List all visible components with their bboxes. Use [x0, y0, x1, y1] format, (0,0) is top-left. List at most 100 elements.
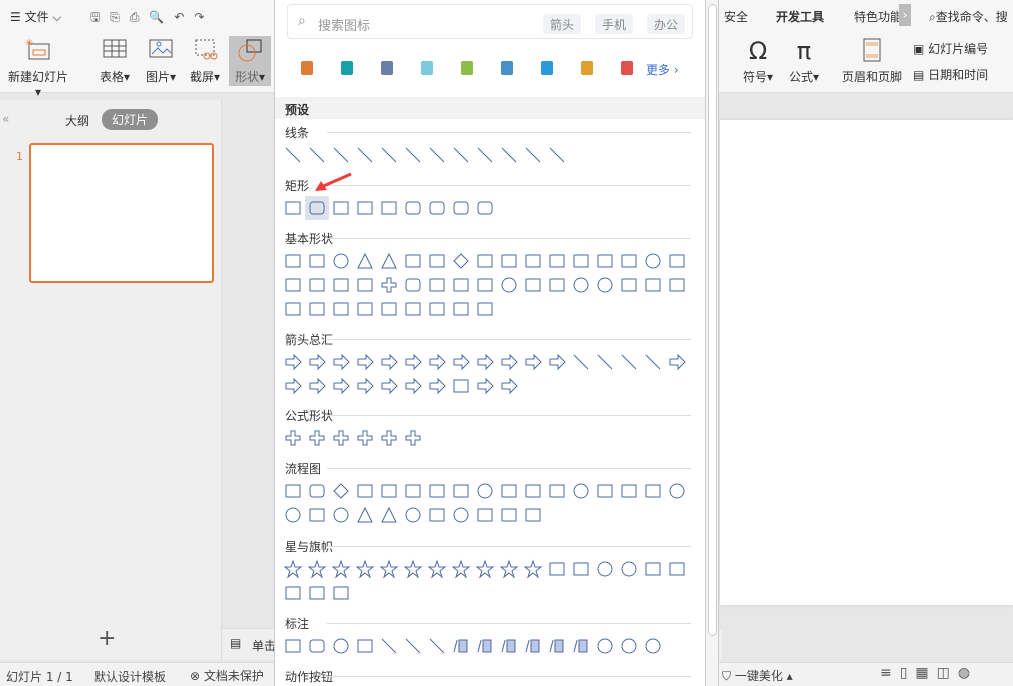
- shape-leftcallout-icon[interactable]: [377, 374, 401, 398]
- shape-line1-icon[interactable]: [377, 634, 401, 658]
- shape-double-arrow-line-icon[interactable]: [329, 143, 353, 167]
- shape-tape-icon[interactable]: [641, 479, 665, 503]
- shape-star5-icon[interactable]: [329, 557, 353, 581]
- shape-updown-icon[interactable]: [401, 350, 425, 374]
- shape-decagon-icon[interactable]: [569, 249, 593, 273]
- shape-rightcallout-icon[interactable]: [353, 374, 377, 398]
- tab-security[interactable]: 安全: [724, 8, 748, 25]
- network-icon[interactable]: [447, 58, 487, 80]
- shape-lrcallout-icon[interactable]: [449, 374, 473, 398]
- shape-accent1-icon[interactable]: [449, 634, 473, 658]
- picture-button[interactable]: 图片▾: [142, 38, 180, 85]
- quick-access-icons[interactable]: 🖫⎘⎙🔍↶↷: [90, 8, 214, 29]
- shape-decision-icon[interactable]: [329, 479, 353, 503]
- shape-star16-icon[interactable]: [473, 557, 497, 581]
- shape-multidoc-icon[interactable]: [449, 479, 473, 503]
- shape-bent-icon[interactable]: [473, 350, 497, 374]
- shape-predefined-icon[interactable]: [377, 479, 401, 503]
- shape-notched-icon[interactable]: [281, 374, 305, 398]
- shape-right-icon[interactable]: [281, 350, 305, 374]
- command-search[interactable]: ⌕查找命令、搜: [929, 8, 1008, 25]
- shape-lightning-icon[interactable]: [641, 273, 665, 297]
- add-slide-button[interactable]: +: [98, 626, 116, 651]
- shape-quadcallout-icon[interactable]: [473, 374, 497, 398]
- shape-arc-icon[interactable]: [545, 273, 569, 297]
- box-icon[interactable]: [607, 58, 647, 80]
- shape-preparation-icon[interactable]: [497, 479, 521, 503]
- shape-manualinput-icon[interactable]: [521, 479, 545, 503]
- shape-textbox-icon[interactable]: [281, 249, 305, 273]
- shape-seqaccess-icon[interactable]: [449, 503, 473, 527]
- lock-icon[interactable]: [407, 58, 447, 80]
- shape-doublewave-icon[interactable]: [329, 581, 353, 605]
- shape-s-curve-icon[interactable]: [497, 143, 521, 167]
- shape-curvedright-icon[interactable]: [569, 350, 593, 374]
- file-menu[interactable]: ☰ 文件 ⌵: [10, 8, 62, 25]
- shape-internal-icon[interactable]: [401, 479, 425, 503]
- slide-canvas[interactable]: [720, 120, 1013, 605]
- shape-pie-icon[interactable]: [617, 249, 641, 273]
- screenshot-button[interactable]: 截屏▾: [186, 38, 224, 85]
- shape-up-icon[interactable]: [329, 350, 353, 374]
- shape-trapezoid-icon[interactable]: [425, 249, 449, 273]
- shape-ribbon2-icon[interactable]: [569, 557, 593, 581]
- shape-nosign-icon[interactable]: [521, 273, 545, 297]
- shape-diagstripe-icon[interactable]: [353, 273, 377, 297]
- new-slide-button[interactable]: ✳ 新建幻灯片▾: [6, 38, 70, 99]
- shape-arc2-icon[interactable]: [329, 297, 353, 321]
- shape-quad-icon[interactable]: [425, 350, 449, 374]
- tab-features[interactable]: 特色功能: [854, 8, 902, 25]
- shape-plaque-icon[interactable]: [401, 273, 425, 297]
- shape-ribbon1-icon[interactable]: [545, 557, 569, 581]
- shape-diamond-icon[interactable]: [449, 249, 473, 273]
- chip-arrow[interactable]: 箭头: [543, 14, 582, 34]
- beautify-button[interactable]: ⛉ 一键美化 ▴: [722, 667, 793, 684]
- shape-bar3-icon[interactable]: [569, 634, 593, 658]
- shape-parallelogram-icon[interactable]: [401, 249, 425, 273]
- shape-left-icon[interactable]: [305, 350, 329, 374]
- robot-icon[interactable]: [367, 58, 407, 80]
- shape-minus-icon[interactable]: [305, 426, 329, 450]
- shape-circle-icon[interactable]: [329, 249, 353, 273]
- shape-storeddata-icon[interactable]: [401, 503, 425, 527]
- shape-rtriangle-icon[interactable]: [377, 249, 401, 273]
- shape-star4-icon[interactable]: [305, 557, 329, 581]
- shape-donut-icon[interactable]: [497, 273, 521, 297]
- shape-ovalcallout-icon[interactable]: [329, 634, 353, 658]
- shape-snip2-icon[interactable]: [353, 196, 377, 220]
- shape-wave-icon[interactable]: [305, 581, 329, 605]
- tab-developer[interactable]: 开发工具: [776, 8, 824, 25]
- shape-scroll2-icon[interactable]: [665, 557, 689, 581]
- shape-round-diag-icon[interactable]: [473, 196, 497, 220]
- shape-triangle-icon[interactable]: [353, 249, 377, 273]
- shape-line-icon[interactable]: [281, 143, 305, 167]
- shape-circular-icon[interactable]: [497, 374, 521, 398]
- shape-uturn-icon[interactable]: [497, 350, 521, 374]
- tab-slides[interactable]: 幻灯片: [102, 109, 159, 130]
- shape-leftup-icon[interactable]: [521, 350, 545, 374]
- shape-scroll1-icon[interactable]: [641, 557, 665, 581]
- shape-downcallout-icon[interactable]: [425, 374, 449, 398]
- shape-cloud-icon[interactable]: [305, 297, 329, 321]
- shape-bracketpair-icon[interactable]: [353, 297, 377, 321]
- shape-halfframe-icon[interactable]: [305, 273, 329, 297]
- shape-upcallout-icon[interactable]: [401, 374, 425, 398]
- shape-connector-icon[interactable]: [569, 479, 593, 503]
- idea-icon[interactable]: [567, 58, 607, 80]
- shape-sun-icon[interactable]: [665, 273, 689, 297]
- shape-rbrace-icon[interactable]: [473, 297, 497, 321]
- shape-round1-icon[interactable]: [425, 196, 449, 220]
- shape-ellipseribbon2-icon[interactable]: [617, 557, 641, 581]
- shape-directaccess-icon[interactable]: [497, 503, 521, 527]
- more-icons-link[interactable]: 更多 ›: [646, 61, 679, 78]
- shape-star7-icon[interactable]: [377, 557, 401, 581]
- shape-alternate-icon[interactable]: [305, 479, 329, 503]
- symbol-button[interactable]: Ω 符号▾: [740, 38, 776, 85]
- house-icon[interactable]: [327, 58, 367, 80]
- shape-card-icon[interactable]: [617, 479, 641, 503]
- shape-chord-icon[interactable]: [641, 249, 665, 273]
- shape-summing-icon[interactable]: [665, 479, 689, 503]
- shape-can-icon[interactable]: [425, 273, 449, 297]
- shape-offpage-icon[interactable]: [593, 479, 617, 503]
- shape-roundcallout-icon[interactable]: [305, 634, 329, 658]
